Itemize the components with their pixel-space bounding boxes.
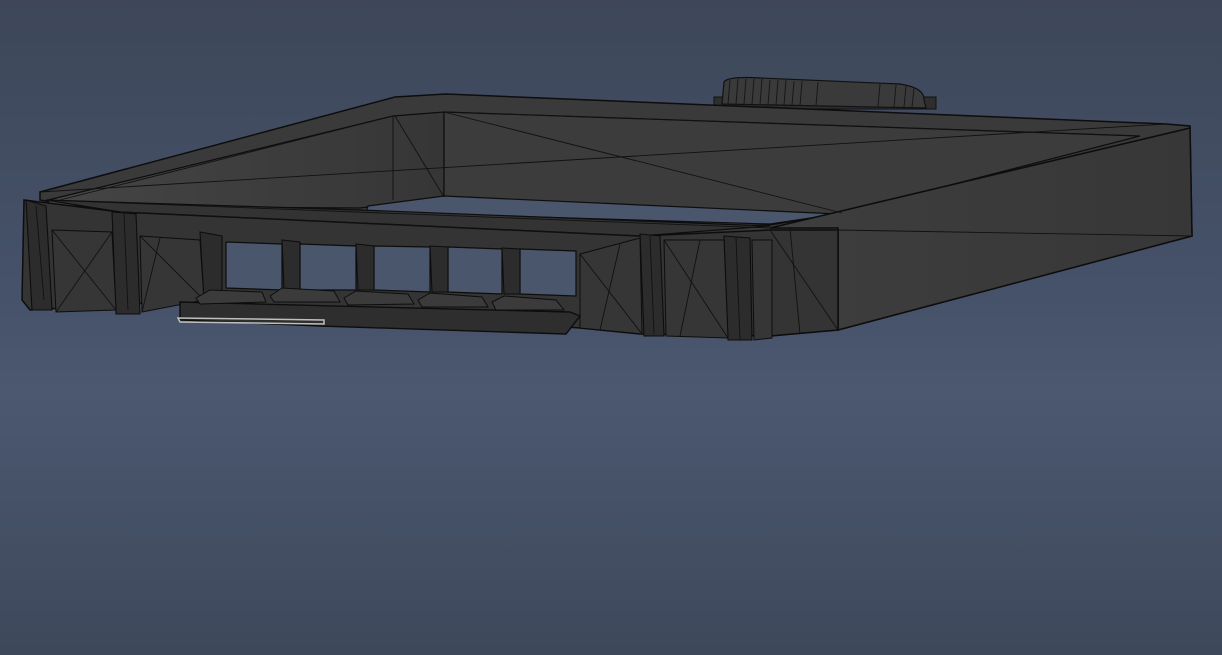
3d-viewport[interactable] (0, 0, 1222, 655)
hinge-cylinder (713, 76, 937, 110)
inner-left-wall (47, 111, 445, 209)
tray-model[interactable] (0, 0, 1222, 655)
front-windows (225, 241, 577, 297)
